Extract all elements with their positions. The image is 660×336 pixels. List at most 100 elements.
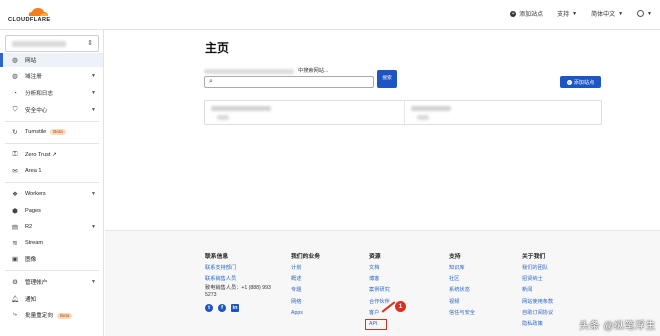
chevron-updown-icon: ⇕	[87, 40, 93, 47]
sidebar-item-security-center[interactable]: ⛉ 安全中心 ▼	[0, 103, 103, 117]
sidebar-item-images[interactable]: ▣ 图像	[0, 252, 103, 266]
sidebar-item-label: Area 1	[25, 168, 42, 174]
footer-link[interactable]: 知识库	[449, 263, 475, 274]
site-status-blurred	[217, 115, 229, 120]
caret-down-icon: ▼	[91, 224, 96, 230]
footer-link[interactable]: 联系销售人员	[205, 274, 283, 285]
footer-link[interactable]: 新闻	[522, 285, 553, 296]
stream-icon: ≋	[12, 240, 18, 247]
footer-link[interactable]: 社区	[449, 274, 475, 285]
caret-down-icon: ▼	[91, 279, 96, 285]
globe-icon: ◍	[12, 57, 18, 64]
workers-icon: ❖	[12, 191, 18, 198]
caret-down-icon: ▼	[91, 73, 96, 79]
sidebar-item-notifications[interactable]: 🔔︎ 通知	[0, 292, 103, 306]
sites-list	[204, 100, 603, 126]
caret-down-icon: ▼	[91, 107, 96, 113]
footer-heading: 支持	[449, 254, 461, 260]
search-label-blurred	[204, 69, 294, 74]
sidebar-item-turnstile[interactable]: ↻ Turnstile Beta	[0, 125, 103, 139]
linkedin-icon[interactable]: in	[231, 304, 239, 313]
footer-link[interactable]: 博客	[369, 274, 390, 285]
footer-link[interactable]: 招贤纳士	[522, 274, 553, 285]
api-link[interactable]: API	[365, 319, 387, 331]
footer-link[interactable]: 案例研究	[369, 285, 390, 296]
sidebar-item-bulk-redirects[interactable]: ⤷ 批量重定向 Beta	[0, 308, 103, 322]
footer-link[interactable]: 网络	[291, 297, 320, 308]
caret-down-icon: ▼	[91, 191, 96, 197]
mail-icon: ✉	[12, 168, 18, 175]
database-icon: ▤	[11, 224, 19, 231]
clock-icon: ◔	[13, 89, 17, 97]
footer-link[interactable]: 客户	[369, 308, 390, 319]
footer-link[interactable]: 隐私政策	[522, 319, 553, 330]
facebook-icon[interactable]: f	[218, 304, 226, 313]
search-icon: ⌕	[209, 78, 213, 85]
user-menu[interactable]: ▼	[637, 10, 652, 17]
support-label: 支持	[557, 12, 570, 18]
footer-link[interactable]: 联系支持部门	[205, 263, 283, 274]
support-menu[interactable]: 支持 ▼	[557, 9, 578, 19]
sidebar-item-r2[interactable]: ▤ R2 ▼	[0, 220, 103, 234]
sidebar-item-workers[interactable]: ❖ Workers ▼	[0, 187, 103, 201]
annotation-step-badge: 1	[395, 301, 406, 312]
footer-link[interactable]: 信任与安全	[449, 308, 475, 319]
sidebar-item-label: Zero Trust	[25, 152, 51, 158]
footer-link[interactable]: 我们的团队	[522, 263, 553, 274]
footer-heading: 我们的业务	[291, 254, 320, 260]
sidebar-item-label: Stream	[25, 240, 44, 246]
site-status-blurred	[417, 115, 429, 120]
top-add-site-label: 添加站点	[519, 12, 544, 18]
logo-text: CLOUDFLARE	[8, 17, 51, 23]
search-input[interactable]: ⌕	[204, 76, 374, 88]
sidebar-item-manage-account[interactable]: ⚙ 管理帐户 ▼	[0, 275, 103, 289]
footer-link[interactable]: 自助订阅协议	[522, 308, 553, 319]
sidebar-item-label: Pages	[25, 208, 41, 214]
footer-column-about: 关于我们 我们的团队 招贤纳士 新闻 网站使用条款 自助订阅协议 隐私政策	[522, 251, 553, 330]
site-card[interactable]	[404, 101, 603, 126]
footer-link[interactable]: 计划	[291, 263, 320, 274]
image-icon: ▣	[11, 256, 19, 263]
sidebar-item-zero-trust[interactable]: ⚿ Zero Trust ↗	[0, 148, 103, 162]
key-icon: ⚿	[12, 151, 18, 158]
divider	[5, 182, 99, 183]
add-site-button[interactable]: + 添加站点	[560, 76, 601, 88]
caret-down-icon: ▼	[91, 90, 96, 96]
footer-link[interactable]: 概述	[291, 274, 320, 285]
footer-link[interactable]: 视频	[449, 297, 475, 308]
footer-heading: 关于我们	[522, 254, 546, 260]
sidebar-item-pages[interactable]: ⬢ Pages	[0, 204, 103, 218]
main-content: 主页 中搜索网站... ⌕ 搜索 + 添加站点 联系信息 联系支持部门 联系销售…	[105, 30, 660, 336]
user-icon	[637, 10, 645, 17]
language-label: 简体中文	[591, 12, 616, 18]
sidebar-item-websites[interactable]: ◍ 网站	[0, 53, 103, 67]
social-links: t f in	[205, 304, 283, 313]
divider	[5, 270, 99, 271]
account-switcher[interactable]: ⇕	[5, 35, 99, 52]
site-card[interactable]	[205, 101, 404, 126]
footer-link[interactable]: 网站使用条款	[522, 297, 553, 308]
footer-link[interactable]: Apps	[291, 308, 320, 319]
caret-down-icon: ▼	[572, 10, 578, 17]
watermark-text: 头条 @纵笔浮生	[579, 321, 656, 332]
external-link-icon: ↗	[52, 152, 57, 158]
sidebar-item-domain-registration[interactable]: ◍ 域注册 ▼	[0, 69, 103, 83]
globe-icon: ◍	[12, 73, 18, 80]
language-menu[interactable]: 简体中文 ▼	[591, 9, 623, 19]
footer-link[interactable]: 系统状态	[449, 285, 475, 296]
plus-circle-icon: +	[566, 79, 572, 85]
sidebar-item-analytics-logs[interactable]: ◔ 分析和日志 ▼	[0, 86, 103, 100]
cloudflare-logo[interactable]: CLOUDFLARE	[8, 6, 68, 24]
sidebar-item-area-1[interactable]: ✉ Area 1	[0, 164, 103, 178]
sidebar-item-stream[interactable]: ≋ Stream	[0, 236, 103, 250]
top-right-menu: + 添加站点 支持 ▼ 简体中文 ▼ ▼	[510, 9, 652, 18]
search-button[interactable]: 搜索	[377, 70, 397, 88]
gear-icon: ⚙	[12, 279, 18, 286]
footer-heading: 联系信息	[205, 254, 229, 260]
footer-heading: 资源	[369, 254, 381, 260]
divider	[5, 143, 99, 144]
footer-link[interactable]: 文档	[369, 263, 390, 274]
footer-link[interactable]: 专题	[291, 285, 320, 296]
twitter-icon[interactable]: t	[205, 304, 213, 313]
top-add-site-button[interactable]: + 添加站点	[510, 9, 543, 18]
